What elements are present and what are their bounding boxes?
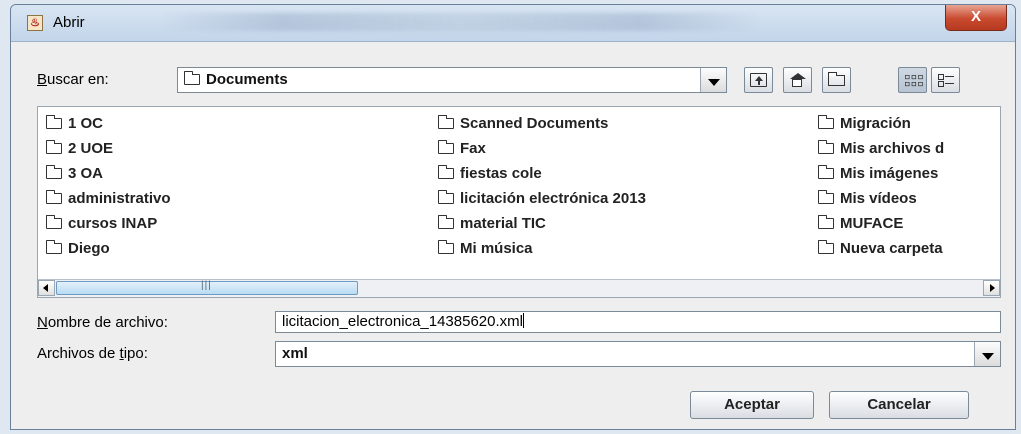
file-list-item[interactable]: 1 OC [46,113,103,135]
folder-icon [438,165,454,179]
file-list-item-label: 2 UOE [68,140,114,157]
file-list-item[interactable]: cursos INAP [46,213,157,235]
file-list-item-label: material TIC [460,215,546,232]
file-list-item-label: MUFACE [840,215,904,232]
up-folder-button[interactable] [744,67,773,93]
filename-value: licitacion_electronica_14385620.xml [282,313,523,330]
accept-button[interactable]: Aceptar [690,391,814,419]
file-list-item-label: Diego [68,240,110,257]
file-list-item-label: licitación electrónica 2013 [460,190,646,207]
file-list-item-label: Mis vídeos [840,190,917,207]
folder-icon [46,190,62,204]
chevron-down-icon[interactable] [974,342,1000,366]
lookin-value: Documents [206,71,288,88]
folder-icon [818,240,834,254]
file-list-item[interactable]: 3 OA [46,163,103,185]
open-dialog: ♨ Abrir X Buscar en: Documents ▫▫▫ ▫▫▫ 1… [10,4,1016,430]
text-caret [522,313,524,328]
java-app-icon: ♨ [27,15,43,31]
lookin-label-accel: B [37,71,48,88]
file-list-item-label: fiestas cole [460,165,542,182]
file-list-item-label: Nueva carpeta [840,240,943,257]
folder-icon [46,240,62,254]
file-list-item-label: Mi música [460,240,533,257]
home-button[interactable] [783,67,812,93]
folder-icon [46,215,62,229]
file-list-item[interactable]: Migración [818,113,911,135]
new-folder-button[interactable] [822,67,851,93]
folder-icon [818,140,834,154]
file-list-item-label: Scanned Documents [460,115,609,132]
scroll-thumb[interactable] [56,280,358,295]
lookin-combo[interactable]: Documents [177,67,727,93]
details-view-button[interactable] [931,67,960,93]
file-list-item[interactable]: licitación electrónica 2013 [438,188,646,210]
folder-icon [438,140,454,154]
file-list-item[interactable]: Fax [438,138,486,160]
file-list-item-label: Mis archivos d [840,140,945,157]
file-list-item-label: Mis imágenes [840,165,939,182]
folder-icon [438,215,454,229]
filetype-label-rest: ipo: [123,345,148,362]
file-list[interactable]: 1 OC 2 UOE 3 OA administrativo cursos INAP Di… [37,106,1001,298]
folder-icon [818,115,834,129]
filetype-combo[interactable]: xml [275,341,1001,367]
file-list-item-label: 1 OC [68,115,104,132]
close-button[interactable]: X [945,5,1007,31]
folder-icon [438,190,454,204]
file-list-item[interactable]: Nueva carpeta [818,238,943,260]
file-list-item[interactable]: material TIC [438,213,546,235]
file-list-item-label: Migración [840,115,911,132]
file-list-item[interactable]: Mis vídeos [818,188,917,210]
chevron-down-icon[interactable] [700,68,726,92]
file-list-item[interactable]: Mis imágenes [818,163,938,185]
file-list-item-label: Fax [460,140,486,157]
file-list-item[interactable]: Mi música [438,238,533,260]
new-folder-icon [828,72,845,86]
blurred-background [161,13,761,31]
file-list-item[interactable]: MUFACE [818,213,903,235]
file-list-item[interactable]: administrativo [46,188,171,210]
scroll-right-icon[interactable] [983,280,1000,296]
title-bar[interactable]: ♨ Abrir X [11,5,1015,42]
filename-label-accel: N [37,314,48,331]
file-list-item[interactable]: Mis archivos d [818,138,944,160]
folder-icon [46,115,62,129]
list-view-icon: ▫▫▫ ▫▫▫ [904,70,924,90]
file-list-item-label: administrativo [68,190,171,207]
list-view-button[interactable]: ▫▫▫ ▫▫▫ [898,67,927,93]
file-list-item[interactable]: Diego [46,238,110,260]
folder-icon [46,165,62,179]
scroll-left-icon[interactable] [38,280,55,296]
lookin-label: Buscar en: [37,71,109,88]
file-list-item-label: cursos INAP [68,215,158,232]
up-folder-icon [750,73,767,87]
file-list-item[interactable]: fiestas cole [438,163,542,185]
filetype-value: xml [282,345,308,362]
file-list-item-label: 3 OA [68,165,104,182]
lookin-label-rest: uscar en: [47,71,109,88]
details-view-icon [938,73,954,87]
home-icon [789,73,806,87]
folder-icon [438,240,454,254]
cancel-button[interactable]: Cancelar [829,391,969,419]
filename-input[interactable]: licitacion_electronica_14385620.xml [275,311,1001,333]
filetype-label-prefix: Archivos de [37,345,120,362]
filename-label: Nombre de archivo: [37,314,168,331]
filename-label-rest: ombre de archivo: [47,314,168,331]
folder-icon [818,165,834,179]
filetype-label: Archivos de tipo: [37,345,148,362]
window-title: Abrir [53,14,85,31]
horizontal-scrollbar[interactable] [38,279,1000,297]
folder-icon [438,115,454,129]
folder-icon [184,71,200,85]
folder-icon [46,140,62,154]
folder-icon [818,215,834,229]
file-list-item[interactable]: 2 UOE [46,138,113,160]
file-list-item[interactable]: Scanned Documents [438,113,608,135]
folder-icon [818,190,834,204]
